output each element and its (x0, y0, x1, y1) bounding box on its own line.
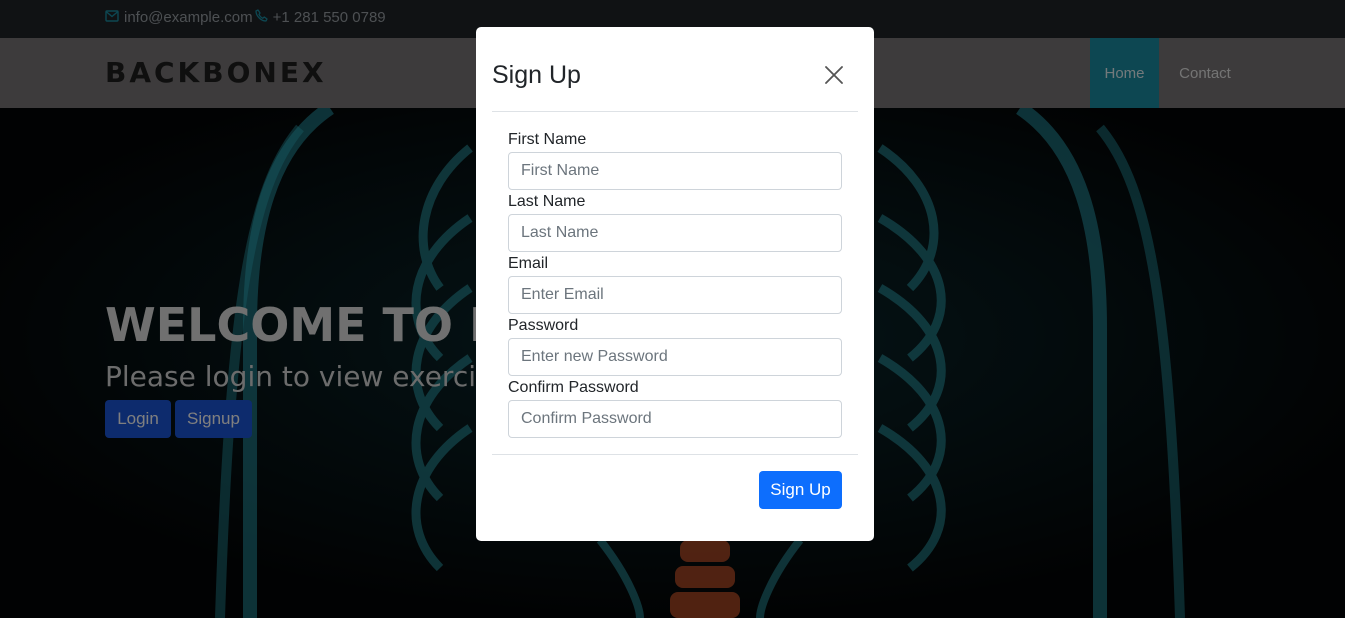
email-input[interactable] (508, 276, 842, 314)
confirm-password-input[interactable] (508, 400, 842, 438)
signup-modal: Sign Up First Name Last Name Email Passw… (476, 27, 874, 541)
confirm-password-label: Confirm Password (508, 379, 639, 396)
close-button[interactable] (822, 65, 846, 89)
password-label: Password (508, 317, 579, 334)
last-name-input[interactable] (508, 214, 842, 252)
first-name-label: First Name (508, 131, 587, 148)
close-icon (825, 65, 843, 89)
modal-footer-divider (492, 454, 858, 455)
password-input[interactable] (508, 338, 842, 376)
modal-title: Sign Up (492, 61, 581, 89)
email-label: Email (508, 255, 549, 272)
first-name-input[interactable] (508, 152, 842, 190)
signup-submit-button[interactable]: Sign Up (759, 471, 842, 509)
last-name-label: Last Name (508, 193, 586, 210)
